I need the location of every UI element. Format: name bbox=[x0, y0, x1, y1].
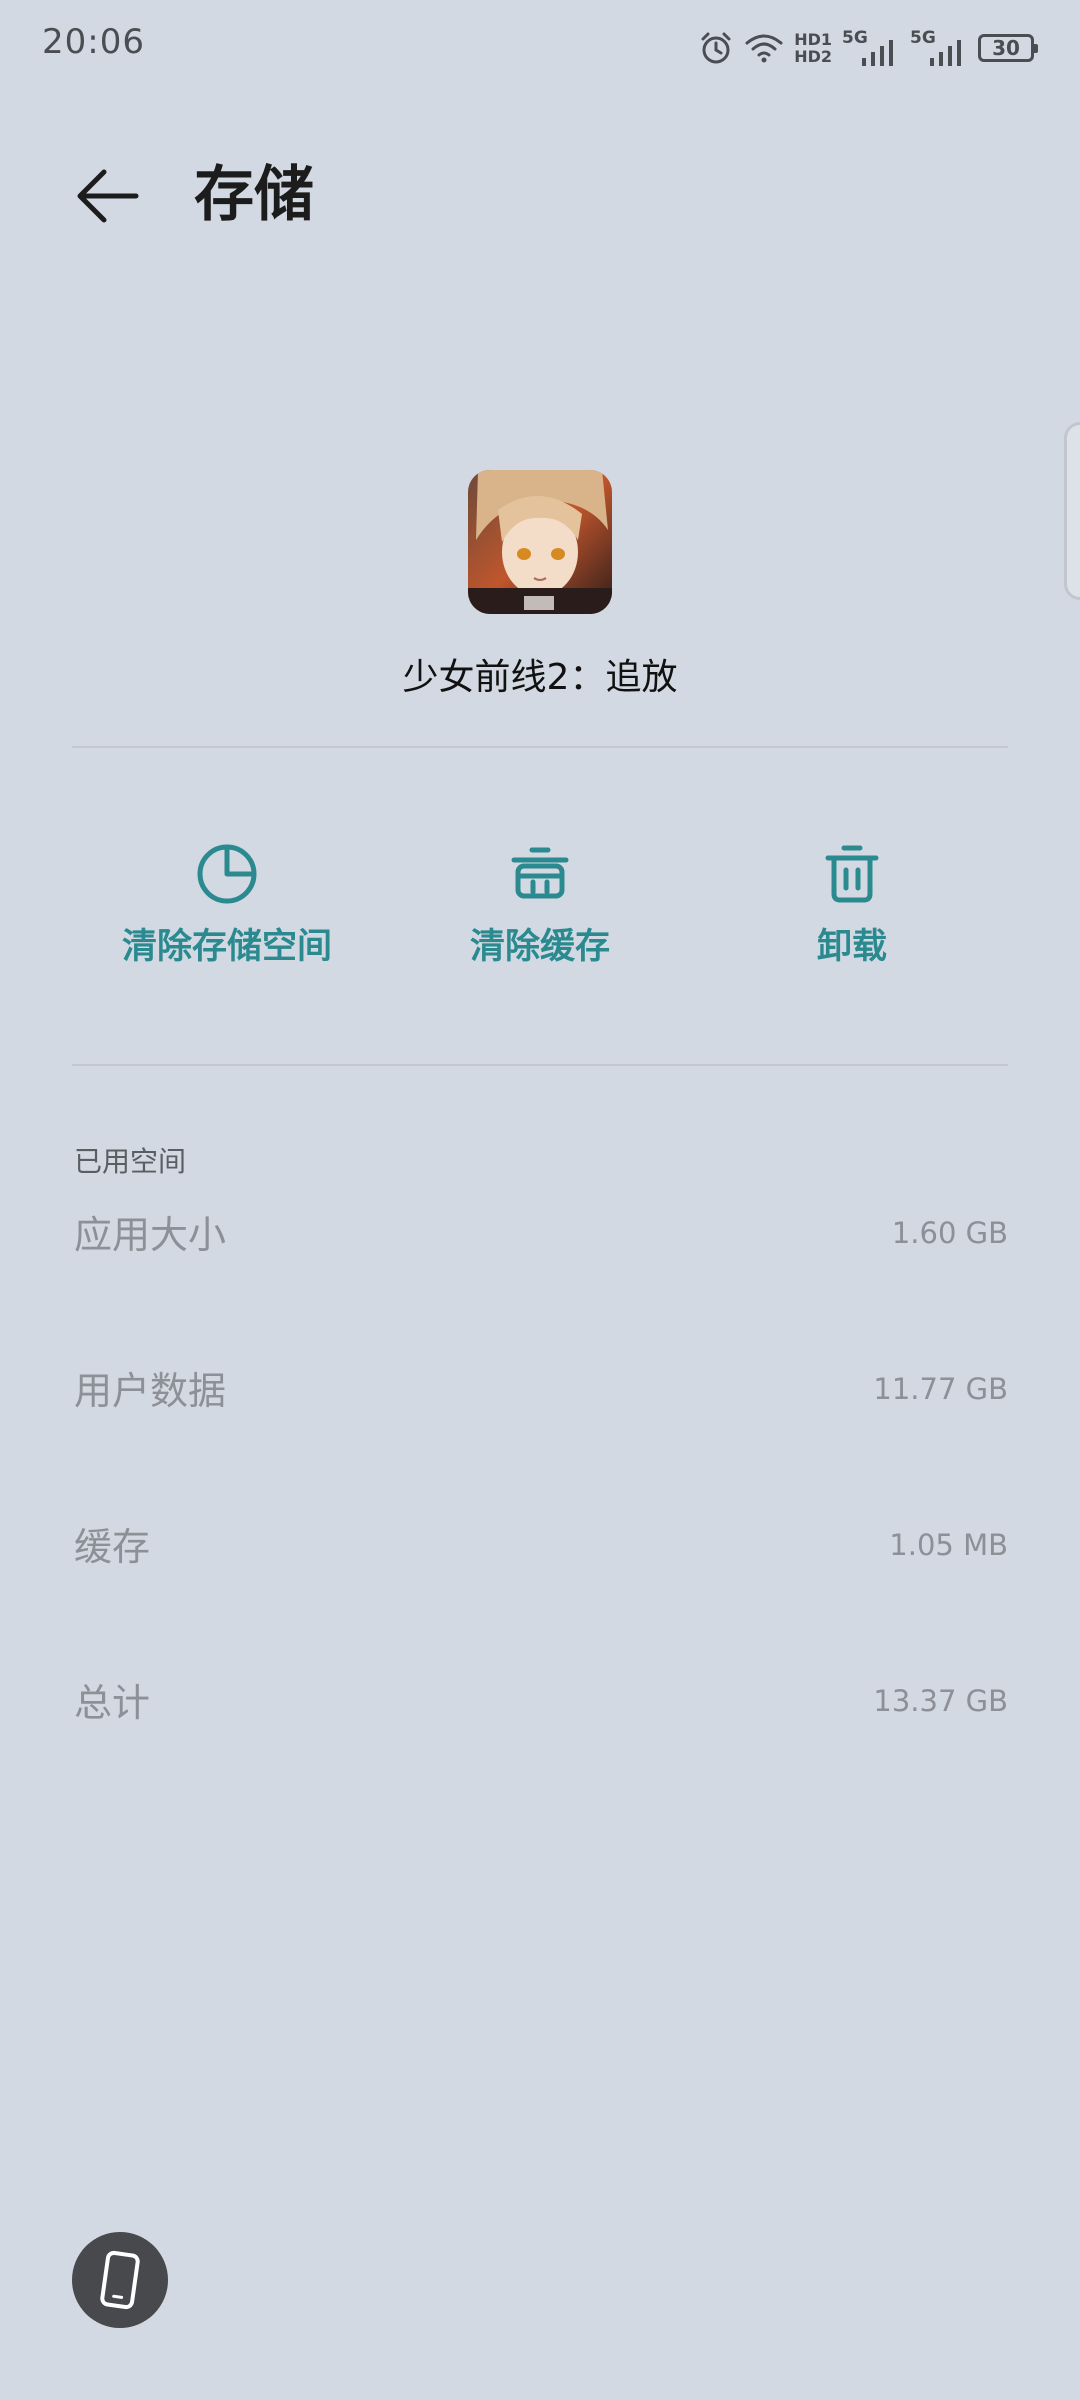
clear-cache-label: 清除缓存 bbox=[469, 927, 610, 967]
clear-storage-button[interactable]: 清除存储空间 bbox=[120, 840, 334, 969]
uninstall-label: 卸载 bbox=[816, 927, 887, 967]
back-button[interactable] bbox=[60, 148, 156, 244]
usage-row-value: 13.37 GB bbox=[873, 1684, 1008, 1718]
floating-phone-button[interactable] bbox=[72, 2232, 168, 2328]
battery-level: 30 bbox=[992, 36, 1020, 60]
used-space-label: 已用空间 bbox=[74, 1145, 187, 1178]
wifi-icon bbox=[745, 34, 783, 63]
usage-row-label: 应用大小 bbox=[74, 1213, 227, 1257]
side-panel-handle[interactable] bbox=[1064, 422, 1080, 600]
basket-trash-icon bbox=[511, 847, 569, 899]
app-icon bbox=[468, 470, 612, 614]
hd-indicator: HD1 HD2 bbox=[794, 31, 832, 65]
app-name: 少女前线2：追放 bbox=[402, 657, 678, 698]
usage-row-value: 1.05 MB bbox=[889, 1528, 1008, 1562]
usage-row-label: 用户数据 bbox=[74, 1369, 227, 1413]
alarm-icon bbox=[701, 32, 731, 64]
battery-icon: 30 bbox=[978, 34, 1038, 62]
page-title: 存储 bbox=[194, 160, 314, 230]
status-time: 20:06 bbox=[42, 22, 145, 62]
phone-icon bbox=[100, 2250, 140, 2310]
pie-chart-icon bbox=[197, 844, 257, 904]
signal-5g-1: 5G bbox=[842, 26, 900, 70]
status-bar: 20:06 HD1 HD2 5G 5G 30 bbox=[0, 0, 1080, 96]
uninstall-button[interactable]: 卸载 bbox=[804, 840, 900, 969]
hd-top-label: HD1 bbox=[794, 30, 832, 49]
usage-row-label: 总计 bbox=[74, 1681, 151, 1725]
usage-row-value: 11.77 GB bbox=[873, 1372, 1008, 1406]
signal-5g-2: 5G bbox=[910, 26, 968, 70]
action-bar: 清除存储空间 清除缓存 卸载 bbox=[0, 840, 1080, 980]
clear-cache-button[interactable]: 清除缓存 bbox=[466, 840, 614, 969]
signal-bars-icon bbox=[862, 40, 893, 66]
usage-row-total: 总计 13.37 GB bbox=[74, 1672, 1008, 1752]
usage-row-app-size: 应用大小 1.60 GB bbox=[74, 1204, 1008, 1284]
status-icons: HD1 HD2 5G 5G 30 bbox=[698, 26, 1038, 70]
signal-bars-icon bbox=[930, 40, 961, 66]
app-bar: 存储 bbox=[0, 120, 1080, 260]
usage-row-value: 1.60 GB bbox=[891, 1216, 1008, 1250]
trash-can-icon bbox=[825, 845, 879, 903]
usage-row-user-data: 用户数据 11.77 GB bbox=[74, 1360, 1008, 1440]
back-arrow-icon bbox=[77, 169, 139, 223]
hd-bottom-label: HD2 bbox=[794, 47, 832, 66]
divider-bottom bbox=[72, 1064, 1008, 1066]
clear-storage-label: 清除存储空间 bbox=[121, 927, 332, 967]
usage-row-cache: 缓存 1.05 MB bbox=[74, 1516, 1008, 1596]
divider-top bbox=[72, 746, 1008, 748]
usage-row-label: 缓存 bbox=[74, 1525, 151, 1569]
